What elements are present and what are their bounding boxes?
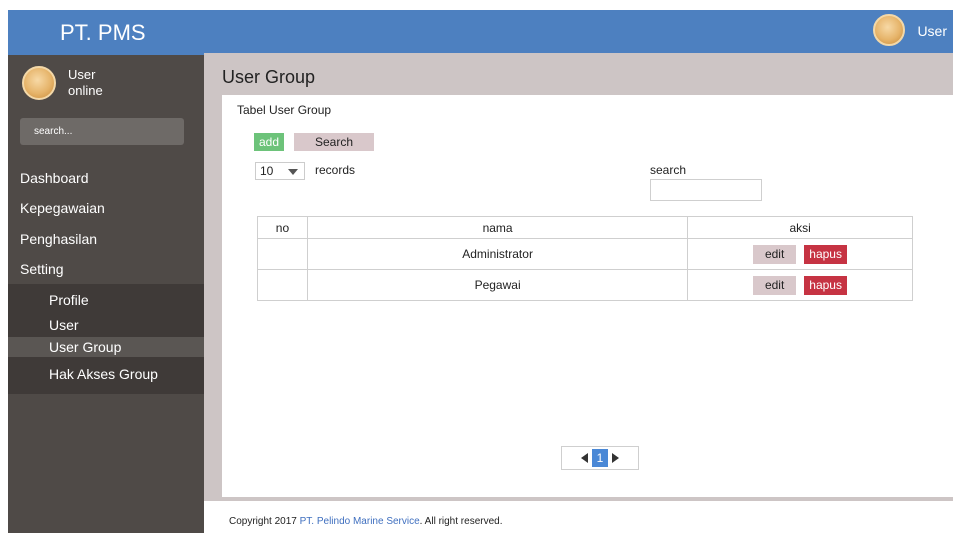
- search-button[interactable]: Search: [294, 133, 374, 151]
- delete-button[interactable]: hapus: [804, 275, 848, 295]
- records-value: 10: [260, 164, 274, 178]
- sidebar-item-hak-akses-group[interactable]: Hak Akses Group: [8, 362, 204, 386]
- prev-page-icon[interactable]: [581, 453, 588, 463]
- user-name: User: [68, 67, 96, 82]
- top-header: User: [204, 10, 953, 53]
- sidebar-item-kepegawaian[interactable]: Kepegawaian: [8, 193, 204, 223]
- delete-button[interactable]: hapus: [804, 244, 848, 264]
- table-row: Pegawai edit hapus: [257, 269, 913, 301]
- column-header-no: no: [257, 216, 308, 239]
- search-input[interactable]: [650, 179, 762, 201]
- page-title: User Group: [222, 67, 316, 87]
- column-header-aksi: aksi: [687, 216, 913, 239]
- footer-copyright: Copyright 2017: [229, 516, 297, 527]
- cell-nama: Pegawai: [306, 269, 689, 301]
- user-status: online: [68, 83, 103, 98]
- page-number-current[interactable]: 1: [592, 449, 608, 467]
- table-header-row: no nama aksi: [257, 216, 913, 239]
- brand-logo[interactable]: PT. PMS: [8, 10, 204, 55]
- sidebar-search-input[interactable]: search...: [20, 118, 184, 145]
- next-page-icon[interactable]: [612, 453, 619, 463]
- footer-company-link[interactable]: PT. Pelindo Marine Service: [300, 516, 420, 527]
- chevron-down-icon: [288, 169, 298, 175]
- sidebar-item-penghasilan[interactable]: Penghasilan: [8, 224, 204, 254]
- footer-rights: . All right reserved.: [419, 516, 503, 527]
- cell-no: [257, 269, 308, 301]
- sidebar-item-dashboard[interactable]: Dashboard: [8, 163, 204, 193]
- cell-aksi: edit hapus: [687, 238, 913, 270]
- content-area: User Group Tabel User Group add Search 1…: [204, 53, 953, 501]
- app-root: PT. PMS User online search... Dashboard …: [0, 0, 953, 533]
- cell-no: [257, 238, 308, 270]
- cell-aksi: edit hapus: [687, 269, 913, 301]
- user-group-table: no nama aksi Administrator edit hapus Pe…: [257, 216, 913, 301]
- search-label: search: [650, 163, 687, 177]
- records-label: records: [315, 163, 356, 177]
- header-avatar-icon[interactable]: [873, 14, 905, 46]
- sidebar-item-setting[interactable]: Setting: [8, 254, 204, 284]
- pagination: 1: [561, 446, 639, 470]
- header-user-label[interactable]: User: [917, 23, 947, 39]
- sidebar-item-user[interactable]: User: [8, 314, 204, 336]
- edit-button[interactable]: edit: [753, 275, 797, 295]
- sidebar: PT. PMS User online search... Dashboard …: [8, 10, 204, 533]
- cell-nama: Administrator: [306, 238, 689, 270]
- column-header-nama: nama: [306, 216, 689, 239]
- edit-button[interactable]: edit: [753, 244, 797, 264]
- card-title: Tabel User Group: [237, 103, 332, 117]
- user-group-card: Tabel User Group add Search 10 records s…: [222, 95, 953, 497]
- records-per-page-select[interactable]: 10: [255, 162, 305, 180]
- user-avatar-icon: [22, 66, 56, 100]
- sidebar-item-profile[interactable]: Profile: [8, 288, 204, 312]
- footer: Copyright 2017 PT. Pelindo Marine Servic…: [229, 516, 502, 527]
- sidebar-item-user-group[interactable]: User Group: [8, 337, 204, 357]
- add-button[interactable]: add: [254, 133, 284, 151]
- user-panel: User online: [8, 55, 204, 115]
- table-row: Administrator edit hapus: [257, 238, 913, 270]
